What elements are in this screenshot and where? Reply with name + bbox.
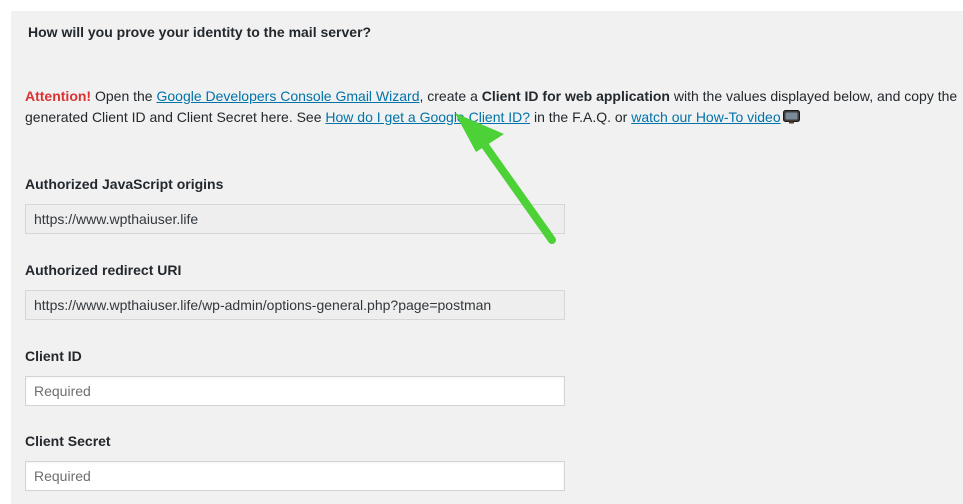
tv-icon [782, 109, 800, 124]
js-origins-label: Authorized JavaScript origins [25, 176, 224, 192]
instructions-text: Attention! Open the Google Developers Co… [25, 86, 960, 128]
redirect-uri-label: Authorized redirect URI [25, 262, 182, 278]
redirect-uri-field[interactable]: https://www.wpthaiuser.life/wp-admin/opt… [25, 290, 565, 320]
settings-panel [11, 11, 963, 504]
client-id-label: Client ID [25, 348, 82, 364]
gmail-wizard-link[interactable]: Google Developers Console Gmail Wizard [156, 88, 419, 104]
client-id-type-text: Client ID for web application [481, 88, 670, 104]
instructions-faq-text: in the F.A.Q. or [530, 109, 632, 125]
instructions-open-text: Open the [91, 88, 157, 104]
client-secret-input[interactable] [25, 461, 565, 491]
section-heading: How will you prove your identity to the … [28, 24, 372, 40]
client-secret-label: Client Secret [25, 433, 111, 449]
js-origins-field[interactable]: https://www.wpthaiuser.life [25, 204, 565, 234]
attention-label: Attention! [25, 88, 92, 104]
instructions-create-text: , create a [419, 88, 482, 104]
how-to-video-link[interactable]: watch our How-To video [631, 109, 780, 125]
client-id-input[interactable] [25, 376, 565, 406]
faq-client-id-link[interactable]: How do I get a Google Client ID? [325, 109, 530, 125]
